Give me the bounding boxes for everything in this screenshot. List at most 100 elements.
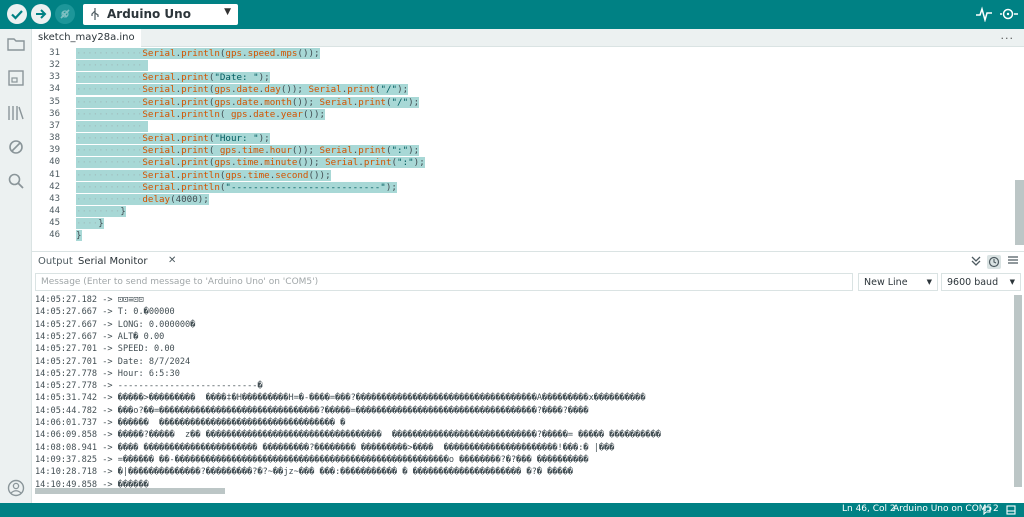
code-token: . xyxy=(230,84,237,96)
code-token: . xyxy=(358,157,364,169)
line-number: 41 xyxy=(49,169,60,180)
verify-button[interactable] xyxy=(7,4,27,24)
notification-icon[interactable] xyxy=(982,505,992,515)
debug-icon xyxy=(60,9,70,19)
baud-rate-select[interactable]: 9600 baud ▼ xyxy=(941,273,1021,291)
code-token: gps xyxy=(225,169,243,181)
code-token: print xyxy=(363,157,392,169)
code-token: gps xyxy=(214,157,231,169)
code-token: } xyxy=(76,230,82,242)
code-token: Serial xyxy=(319,96,353,108)
code-token: second xyxy=(275,169,309,181)
caret-down-icon: ▼ xyxy=(926,278,932,286)
code-token: } xyxy=(120,205,126,217)
code-token: ); xyxy=(397,84,409,96)
debug-button[interactable] xyxy=(55,4,75,24)
line-number: 45 xyxy=(49,218,60,229)
debug-icon[interactable] xyxy=(6,137,26,157)
close-icon[interactable]: ✕ xyxy=(168,255,176,266)
indent-guide: ············ xyxy=(76,60,143,72)
editor-tab-bar: sketch_may28a.ino ... xyxy=(32,29,1024,47)
serial-monitor-output[interactable]: 14:10:49.858 -> ������ 14:10:28.718 -> �|… xyxy=(32,293,1024,503)
tab-serial-monitor[interactable]: Serial Monitor xyxy=(78,256,148,267)
serial-output-line: 14:06:01.737 -> ������ �����������������… xyxy=(35,418,346,428)
code-line: ············Serial.print(gps.time.minute… xyxy=(76,157,425,169)
code-line: ············Serial.println( gps.date.yea… xyxy=(76,108,326,121)
line-number: 46 xyxy=(49,230,60,241)
arrow-right-icon xyxy=(36,9,47,19)
code-token: . xyxy=(230,157,237,169)
code-token: minute xyxy=(264,157,298,169)
board-port-status[interactable]: Arduino Uno on COM5 xyxy=(893,504,992,514)
output-panel-icon[interactable] xyxy=(1006,505,1016,515)
serial-output-line: 14:05:27.701 -> Date: 8/7/2024 xyxy=(35,356,191,367)
indent-guide: ············ xyxy=(76,157,143,169)
notification-count[interactable]: 2 xyxy=(993,504,999,514)
line-number: 42 xyxy=(49,181,60,192)
tab-sketch-file[interactable]: sketch_may28a.ino xyxy=(32,29,141,47)
code-token: time xyxy=(236,157,259,169)
editor-scrollbar[interactable] xyxy=(1015,180,1024,245)
more-options-icon[interactable]: ... xyxy=(1001,29,1015,42)
code-token: . xyxy=(275,108,281,120)
code-token: Serial xyxy=(325,157,359,169)
code-token: . xyxy=(242,169,248,181)
code-token: Serial xyxy=(142,133,176,145)
vertical-scrollbar[interactable] xyxy=(1014,295,1022,487)
code-token: print xyxy=(181,133,209,145)
code-line: ············Serial.println("------------… xyxy=(76,181,397,194)
folder-icon[interactable] xyxy=(6,34,26,54)
code-token: "/" xyxy=(380,84,398,96)
tab-output[interactable]: Output xyxy=(38,256,73,267)
clear-output-icon[interactable] xyxy=(1007,255,1019,267)
serial-plotter-icon[interactable] xyxy=(975,6,993,22)
code-token: Serial xyxy=(142,108,176,120)
message-input[interactable]: Message (Enter to send message to 'Ardui… xyxy=(35,273,853,291)
code-token: day xyxy=(264,84,281,96)
indent-guide: ············ xyxy=(76,72,143,84)
code-token: ()); xyxy=(291,96,320,108)
code-line: } xyxy=(76,230,82,242)
code-token: ( xyxy=(385,145,392,157)
code-editor[interactable]: 31 32 33 34 35 36 37 38 39 40 41 42 43 44 45 46 ·······… xyxy=(32,47,1024,251)
code-line: ····} xyxy=(76,218,104,230)
code-token: Serial xyxy=(142,48,176,59)
code-token: date xyxy=(253,108,276,120)
boards-manager-icon[interactable] xyxy=(6,68,26,88)
autoscroll-icon[interactable] xyxy=(970,255,982,267)
code-token: print xyxy=(181,157,209,169)
code-token: print xyxy=(358,145,386,157)
search-icon[interactable] xyxy=(6,171,26,191)
board-name: Arduino Uno xyxy=(107,7,191,21)
serial-output-line: 14:05:27.778 -> Hour: 6:5:30 xyxy=(35,368,180,379)
line-ending-select[interactable]: New Line ▼ xyxy=(858,273,938,291)
cursor-position[interactable]: Ln 46, Col 2 xyxy=(842,504,896,514)
indent-guide: ········ xyxy=(76,205,121,217)
code-token: println xyxy=(181,48,220,59)
upload-button[interactable] xyxy=(31,4,51,24)
account-icon[interactable] xyxy=(6,478,26,498)
code-token: print xyxy=(347,84,375,96)
code-token: gps xyxy=(214,84,231,96)
line-number: 37 xyxy=(49,120,60,131)
board-selector[interactable]: Arduino Uno ▼ xyxy=(83,4,238,25)
serial-output-line: 14:05:27.182 -> ⊡⊡≡⊡⊡ xyxy=(35,295,144,305)
timestamp-icon[interactable] xyxy=(987,255,1001,269)
serial-monitor-icon[interactable] xyxy=(999,6,1019,22)
line-number-gutter: 31 32 33 34 35 36 37 38 39 40 41 42 43 44 45 46 xyxy=(32,47,60,251)
code-token: . xyxy=(275,48,281,59)
code-token: ); xyxy=(258,72,270,84)
library-icon[interactable] xyxy=(6,103,26,123)
indent-guide: ············ xyxy=(76,84,143,96)
code-token: gps xyxy=(225,48,243,59)
caret-down-icon: ▼ xyxy=(1009,278,1015,286)
selection-fill xyxy=(142,120,148,132)
indent-guide: ············ xyxy=(76,96,143,108)
code-token: "Hour: " xyxy=(214,133,259,145)
line-ending-value: New Line xyxy=(864,277,908,288)
message-row: Message (Enter to send message to 'Ardui… xyxy=(32,271,1024,293)
serial-output-line: 14:05:27.778 -> ------------------------… xyxy=(35,381,263,392)
horizontal-scrollbar[interactable] xyxy=(35,488,225,494)
toolbar: Arduino Uno ▼ xyxy=(0,0,1024,29)
code-token: "/" xyxy=(391,96,409,108)
